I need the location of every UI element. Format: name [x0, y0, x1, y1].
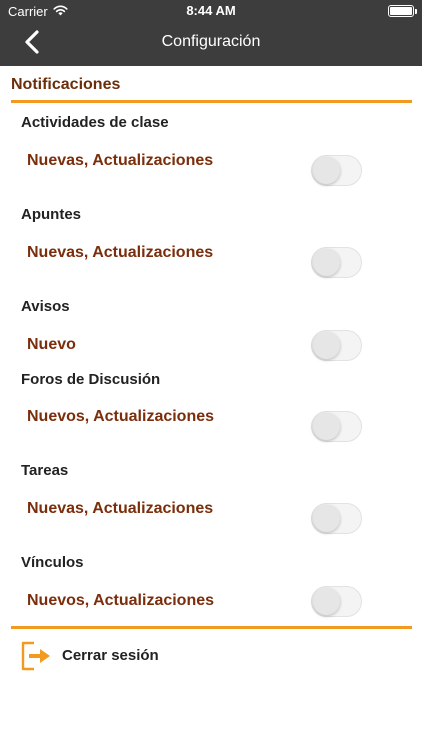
bottom-divider [11, 626, 412, 629]
battery-icon [388, 5, 417, 17]
option-label: Nuevas, Actualizaciones [27, 152, 214, 169]
page-title: Configuración [161, 33, 261, 50]
toggle-switch[interactable] [311, 247, 362, 278]
toggle-switch[interactable] [311, 411, 362, 442]
option-label: Nuevas, Actualizaciones [27, 244, 214, 261]
toggle-switch[interactable] [311, 503, 362, 534]
option-label: Nuevos, Actualizaciones [27, 408, 215, 425]
logout-icon [21, 641, 50, 671]
status-bar: Carrier 8:44 AM [0, 0, 422, 22]
group-label: Vínculos [21, 554, 84, 571]
logout-label: Cerrar sesión [62, 647, 159, 664]
group-label: Apuntes [21, 206, 81, 223]
toggle-switch[interactable] [311, 155, 362, 186]
option-label: Nuevas, Actualizaciones [27, 500, 214, 517]
group-label: Tareas [21, 462, 69, 479]
toggle-switch[interactable] [311, 586, 362, 617]
status-time: 8:44 AM [186, 3, 236, 18]
section-title: Notificaciones [11, 76, 121, 93]
group-label: Avisos [21, 298, 70, 315]
option-label: Nuevos, Actualizaciones [27, 592, 215, 609]
group-label: Actividades de clase [21, 114, 169, 131]
toggle-switch[interactable] [311, 330, 362, 361]
section-divider [11, 100, 412, 103]
group-label: Foros de Discusión [21, 371, 161, 388]
option-label: Nuevo [27, 336, 76, 353]
logout-button[interactable]: Cerrar sesión [21, 641, 201, 671]
top-bar: Carrier 8:44 AM Configuración [0, 0, 422, 66]
